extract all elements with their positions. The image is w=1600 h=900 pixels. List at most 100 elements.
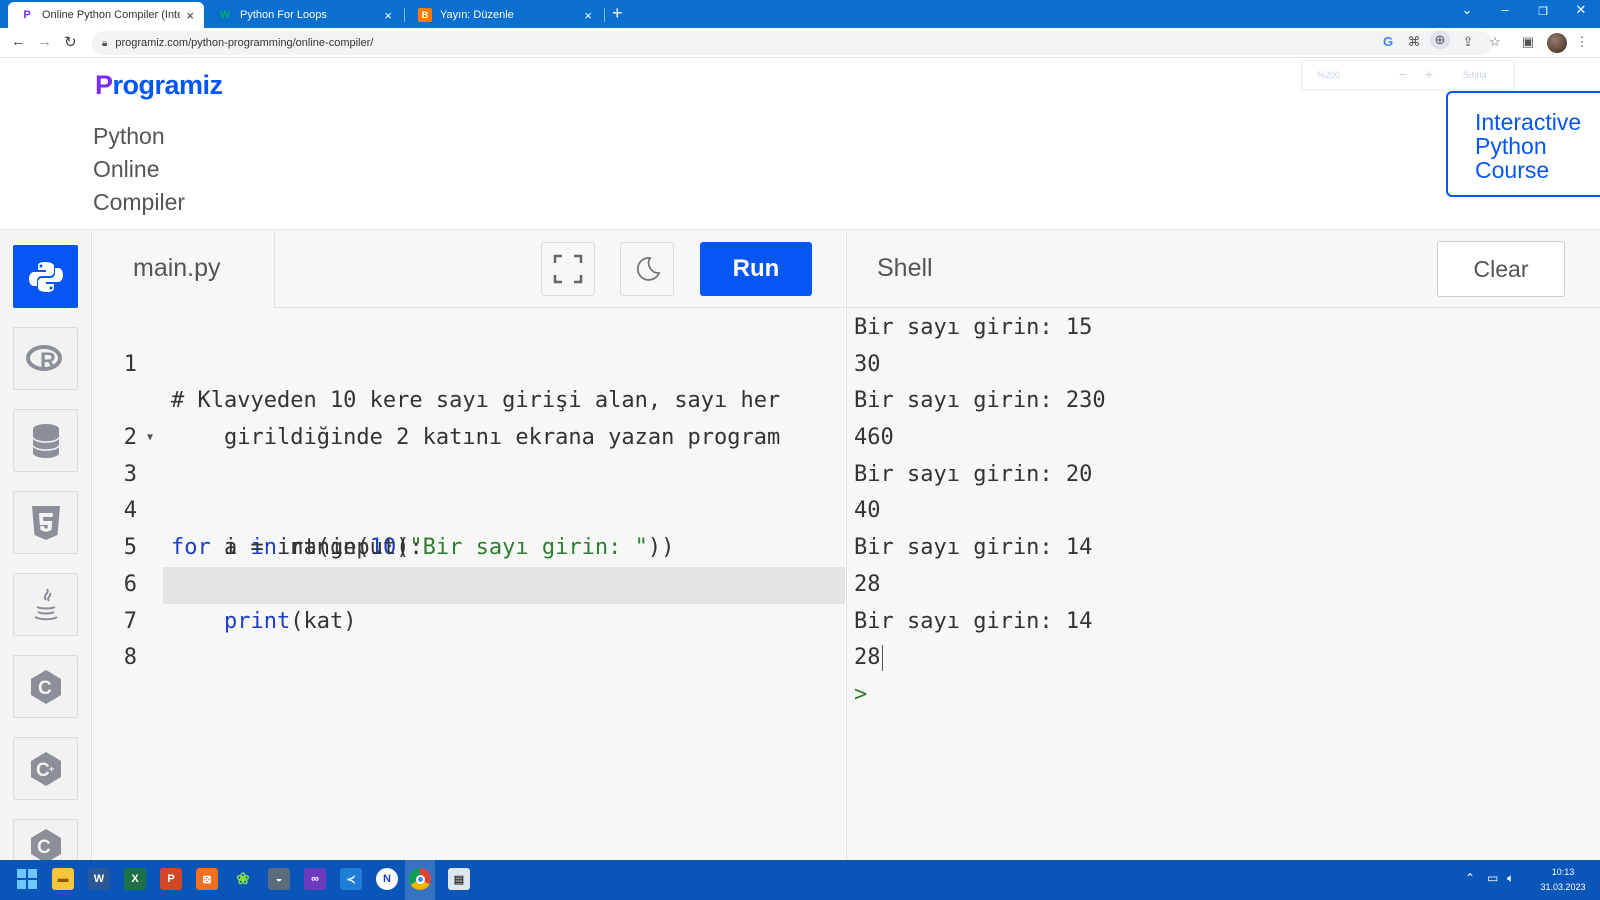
chrome-icon[interactable] [409, 868, 431, 890]
url-field[interactable]: 🔒︎ programiz.com/python-programming/onli… [92, 31, 1492, 55]
forward-icon[interactable]: → [37, 33, 52, 50]
tab-separator [604, 8, 605, 22]
star-icon[interactable]: ☆ [1485, 34, 1505, 50]
shell-toolbar: Shell Clear [847, 230, 1600, 308]
svg-text:C: C [37, 837, 51, 858]
w3schools-favicon-icon: W [219, 9, 231, 21]
tab-title: Yayın: Düzenle [440, 9, 514, 21]
current-code-line: 7 [124, 566, 845, 634]
shell-output[interactable]: Bir sayı girin: 15 30 Bir sayı girin: 23… [854, 310, 1106, 714]
output-line: Bir sayı girin: 14 [854, 535, 1093, 561]
page-title: Python Online Compiler [93, 123, 186, 215]
tab-close-icon[interactable]: × [584, 8, 592, 23]
file-explorer-icon[interactable]: ▬ [52, 868, 74, 890]
zoom-popup: %200 − + Sıfırla [1302, 60, 1514, 90]
network-icon[interactable]: ▭ [1487, 871, 1498, 885]
profile-avatar[interactable] [1547, 33, 1567, 53]
moon-icon [636, 257, 661, 281]
tab-python-for-loops[interactable]: W Python For Loops × [206, 2, 402, 28]
clock-date: 31.03.2023 [1540, 882, 1586, 892]
code-line: 3 ▼ for i in range(10): [93, 420, 845, 560]
tab-yayin-duzenle[interactable]: B Yayın: Düzenle × [406, 2, 602, 28]
tab-close-icon[interactable]: × [186, 8, 194, 23]
tab-search-icon[interactable]: ⌄ [1452, 2, 1482, 18]
java-icon[interactable] [13, 573, 78, 636]
app-green-icon[interactable]: ❀ [232, 868, 254, 890]
powerpoint-icon[interactable]: P [160, 868, 182, 890]
window-close-icon[interactable]: ✕ [1566, 2, 1596, 18]
app-gray-icon[interactable]: ◒ [268, 868, 290, 890]
code-line: 6 print(kat) [93, 530, 845, 634]
file-tab-main-py[interactable]: main.py [93, 230, 275, 308]
tab-online-python-compiler[interactable]: P Online Python Compiler (Interpre × [8, 2, 204, 28]
output-line: Bir sayı girin: 230 [854, 388, 1106, 414]
run-button[interactable]: Run [700, 242, 812, 296]
address-bar: ← → ↻ 🔒︎ programiz.com/python-programmin… [0, 28, 1600, 58]
c-icon[interactable]: C [13, 655, 78, 718]
shell-title: Shell [877, 254, 933, 282]
google-icon[interactable]: G [1378, 34, 1398, 49]
csharp-icon[interactable]: C [13, 819, 78, 860]
browser-titlebar: P Online Python Compiler (Interpre × W P… [0, 0, 1600, 28]
clear-button[interactable]: Clear [1437, 241, 1565, 297]
svg-text:R: R [40, 348, 56, 373]
shell-panel: Shell Clear Bir sayı girin: 15 30 Bir sa… [846, 230, 1600, 860]
programiz-logo[interactable]: Programiz [95, 70, 223, 101]
code-line: 5 kat = a * 2 [93, 493, 845, 597]
interactive-python-course-button[interactable]: Interactive Python Course [1446, 91, 1600, 197]
side-panel-icon[interactable]: ▣ [1518, 34, 1538, 50]
back-icon[interactable]: ← [11, 33, 26, 50]
code-line: 2 [123, 425, 137, 451]
tab-title: Online Python Compiler (Interpre [42, 9, 181, 21]
code-line: 1 # Klavyeden 10 kere sayı girişi alan, … [123, 351, 781, 414]
windows-start-icon[interactable] [16, 868, 38, 890]
new-tab-button[interactable]: + [612, 3, 623, 24]
reload-icon[interactable]: ↻ [64, 33, 77, 51]
notepad-icon[interactable]: ▤ [448, 868, 470, 890]
python-icon[interactable] [13, 245, 78, 308]
word-icon[interactable]: W [88, 868, 110, 890]
windows-taskbar: ▬ W X P ⊠ ❀ ◒ ∞ ≺ N ▤ ⌃ ▭ 🔈︎ 10:13 31.03… [0, 860, 1600, 900]
cpp-icon[interactable]: C + [13, 737, 78, 800]
svg-text:C: C [36, 760, 50, 781]
svg-text:+: + [49, 764, 54, 774]
output-line: 28 [854, 571, 881, 597]
lock-icon: 🔒︎ [102, 37, 108, 49]
html5-icon[interactable] [13, 491, 78, 554]
programiz-favicon-icon: P [23, 9, 31, 21]
taskbar-clock[interactable]: 10:13 31.03.2023 [1536, 865, 1590, 895]
restore-icon[interactable]: ❐ [1528, 5, 1558, 18]
visual-studio-icon[interactable]: ∞ [304, 868, 326, 890]
zoom-reset-button[interactable]: Sıfırla [1463, 70, 1487, 80]
translate-icon[interactable]: ⌘ [1404, 34, 1424, 50]
menu-icon[interactable]: ⋮ [1572, 34, 1592, 50]
editor-toolbar: main.py Run [93, 230, 845, 308]
vscode-icon[interactable]: ≺ [340, 868, 362, 890]
volume-icon[interactable]: 🔈︎ [1507, 871, 1514, 886]
svg-text:C: C [38, 678, 52, 699]
minimize-icon[interactable]: – [1490, 2, 1520, 17]
fold-arrow-icon[interactable]: ▼ [147, 420, 153, 457]
excel-icon[interactable]: X [124, 868, 146, 890]
fullscreen-button[interactable] [541, 242, 595, 296]
app-blue-circle-icon[interactable]: N [376, 868, 398, 890]
zoom-in-button[interactable]: + [1425, 66, 1433, 82]
clock-time: 10:13 [1551, 867, 1575, 877]
code-area[interactable]: 1 # Klavyeden 10 kere sayı girişi alan, … [93, 310, 845, 670]
xampp-icon[interactable]: ⊠ [196, 868, 218, 890]
share-icon[interactable]: ⇪ [1458, 34, 1478, 50]
zoom-level: %200 [1317, 70, 1341, 80]
database-icon[interactable] [13, 409, 78, 472]
code-line: girildiğinde 2 katını ekrana yazan progr… [171, 425, 781, 451]
zoom-icon[interactable]: ⊕ [1430, 31, 1450, 49]
output-line: Bir sayı girin: 15 [854, 315, 1093, 340]
r-icon[interactable]: R [13, 327, 78, 390]
text-caret [881, 645, 883, 672]
tray-chevron-icon[interactable]: ⌃ [1465, 871, 1475, 885]
code-line: 4 a = int(input("Bir sayı girin: ")) [93, 457, 845, 560]
tab-close-icon[interactable]: × [384, 8, 392, 23]
url-text: programiz.com/python-programming/online-… [115, 37, 374, 49]
dark-mode-button[interactable] [620, 242, 674, 296]
output-line-last: 28 [854, 645, 883, 672]
zoom-out-button[interactable]: − [1399, 66, 1407, 82]
